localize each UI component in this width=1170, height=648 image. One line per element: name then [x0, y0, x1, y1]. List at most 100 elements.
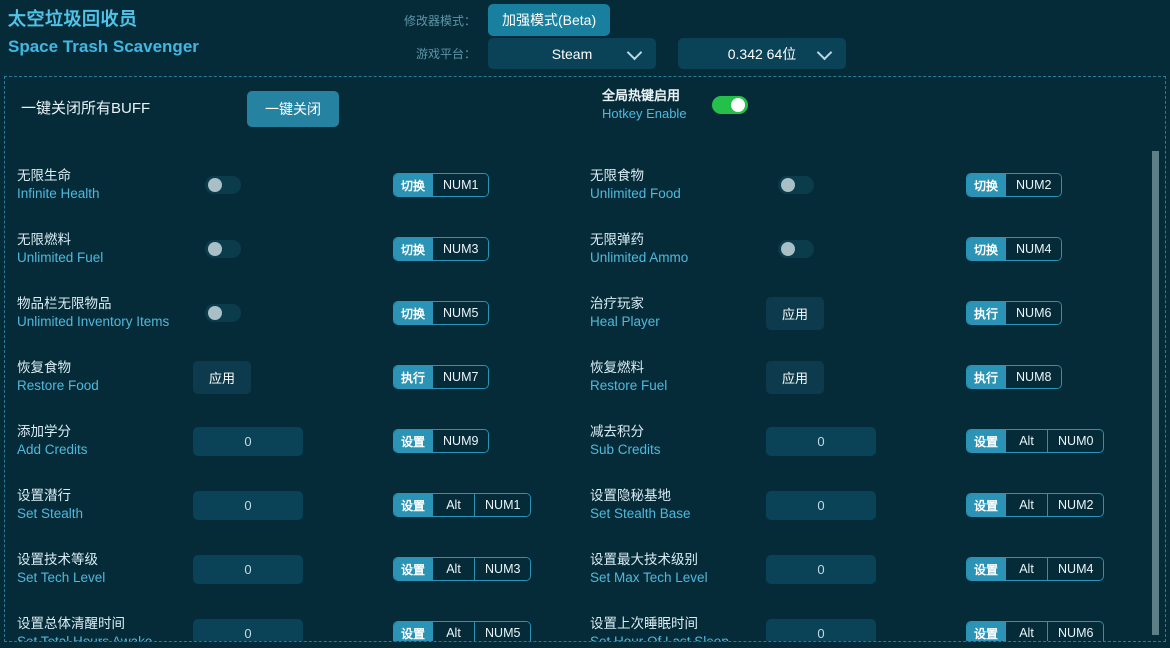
- hotkey-key: NUM8: [1005, 366, 1061, 388]
- cheat-toggle[interactable]: [778, 176, 814, 194]
- value-input[interactable]: [766, 491, 876, 520]
- hotkey-key: NUM6: [1005, 302, 1061, 324]
- hotkey-slot: 设置AltNUM6: [966, 621, 1163, 642]
- hotkey-slot: 切换NUM2: [966, 173, 1163, 197]
- cheat-row: 无限生命Infinite Health切换NUM1: [17, 153, 590, 217]
- hotkey-key: NUM4: [1047, 558, 1103, 580]
- title-block: 太空垃圾回收员 Space Trash Scavenger: [8, 4, 199, 60]
- cheat-label-cn: 无限生命: [17, 167, 193, 185]
- cheat-control: [766, 427, 966, 456]
- cheat-toggle[interactable]: [205, 176, 241, 194]
- hotkey-badge[interactable]: 设置AltNUM6: [966, 621, 1104, 642]
- hotkey-key: NUM1: [474, 494, 530, 516]
- hotkey-slot: 设置NUM9: [393, 429, 590, 453]
- hotkey-badge[interactable]: 切换NUM1: [393, 173, 489, 197]
- cheat-label-cn: 无限弹药: [590, 231, 766, 249]
- hotkey-key: NUM9: [432, 430, 488, 452]
- cheat-control: [193, 555, 393, 584]
- value-input[interactable]: [193, 555, 303, 584]
- cheat-toggle[interactable]: [778, 240, 814, 258]
- cheat-label-cn: 恢复燃料: [590, 359, 766, 377]
- hotkey-badge[interactable]: 切换NUM4: [966, 237, 1062, 261]
- cheat-toggle[interactable]: [205, 304, 241, 322]
- cheat-label-en: Unlimited Food: [590, 185, 766, 203]
- hotkey-action-label: 切换: [394, 302, 432, 324]
- cheat-control: [193, 304, 393, 322]
- hotkey-badge[interactable]: 设置AltNUM1: [393, 493, 531, 517]
- hotkey-badge[interactable]: 执行NUM6: [966, 301, 1062, 325]
- value-input[interactable]: [193, 491, 303, 520]
- cheat-label: 无限燃料Unlimited Fuel: [17, 231, 193, 267]
- all-buff-label: 一键关闭所有BUFF: [21, 97, 150, 118]
- mode-row: 修改器模式： 加强模式(Beta): [402, 4, 610, 36]
- cheat-row: 设置总体清醒时间Set Total Hours Awake设置AltNUM5: [17, 601, 590, 642]
- hotkey-badge[interactable]: 设置AltNUM4: [966, 557, 1104, 581]
- cheat-label-en: Restore Food: [17, 377, 193, 395]
- cheat-toggle[interactable]: [205, 240, 241, 258]
- cheat-control: [193, 176, 393, 194]
- hotkey-action-label: 设置: [394, 430, 432, 452]
- hotkey-key: NUM1: [432, 174, 488, 196]
- hotkey-key: Alt: [1005, 494, 1047, 516]
- hotkey-slot: 执行NUM7: [393, 365, 590, 389]
- hotkey-slot: 切换NUM5: [393, 301, 590, 325]
- hotkey-action-label: 设置: [967, 494, 1005, 516]
- cheat-row: 无限燃料Unlimited Fuel 切换NUM3: [17, 217, 590, 281]
- hotkey-key: NUM2: [1005, 174, 1061, 196]
- hotkey-badge[interactable]: 设置AltNUM3: [393, 557, 531, 581]
- value-input[interactable]: [766, 427, 876, 456]
- hotkey-action-label: 设置: [967, 430, 1005, 452]
- hotkey-badge[interactable]: 切换NUM2: [966, 173, 1062, 197]
- hotkey-badge[interactable]: 切换NUM5: [393, 301, 489, 325]
- cheat-label-cn: 设置最大技术级别: [590, 551, 766, 569]
- hotkey-badge[interactable]: 设置NUM9: [393, 429, 489, 453]
- hotkey-badge[interactable]: 设置AltNUM0: [966, 429, 1104, 453]
- hotkey-badge[interactable]: 执行NUM7: [393, 365, 489, 389]
- hotkey-badge[interactable]: 切换NUM3: [393, 237, 489, 261]
- value-input[interactable]: [766, 619, 876, 643]
- apply-button[interactable]: 应用: [766, 297, 824, 330]
- toggle-knob: [781, 178, 795, 192]
- cheat-row: 设置隐秘基地Set Stealth Base设置AltNUM2: [590, 473, 1163, 537]
- cheat-label-cn: 无限食物: [590, 167, 766, 185]
- cheat-label-cn: 设置隐秘基地: [590, 487, 766, 505]
- hotkey-action-label: 设置: [967, 558, 1005, 580]
- hotkey-key: Alt: [1005, 430, 1047, 452]
- disable-all-buffs-button[interactable]: 一键关闭: [247, 91, 339, 127]
- hotkey-slot: 切换NUM4: [966, 237, 1163, 261]
- version-dropdown[interactable]: 0.342 64位: [678, 38, 846, 69]
- mode-label: 修改器模式：: [402, 12, 476, 29]
- hotkey-badge[interactable]: 设置AltNUM2: [966, 493, 1104, 517]
- cheat-label-en: Set Tech Level: [17, 569, 193, 587]
- hotkey-key: Alt: [432, 558, 474, 580]
- hotkey-action-label: 设置: [394, 622, 432, 642]
- value-input[interactable]: [766, 555, 876, 584]
- hotkey-key: Alt: [1005, 622, 1047, 642]
- hotkey-badge[interactable]: 设置AltNUM5: [393, 621, 531, 642]
- hotkey-enable-toggle[interactable]: [712, 96, 748, 114]
- cheat-label-en: Set Hour Of Last Sleep: [590, 633, 766, 642]
- hotkey-action-label: 设置: [394, 494, 432, 516]
- hotkey-key: NUM5: [474, 622, 530, 642]
- hotkey-slot: 切换NUM3: [393, 237, 590, 261]
- hotkey-action-label: 切换: [394, 174, 432, 196]
- cheat-label: 治疗玩家Heal Player: [590, 295, 766, 331]
- modifier-mode-button[interactable]: 加强模式(Beta): [488, 4, 610, 36]
- hotkey-key: Alt: [432, 622, 474, 642]
- apply-button[interactable]: 应用: [766, 361, 824, 394]
- hotkey-slot: 设置AltNUM2: [966, 493, 1163, 517]
- chevron-down-icon: [817, 44, 833, 60]
- cheat-label-en: Set Total Hours Awake: [17, 633, 193, 642]
- toggle-knob: [208, 178, 222, 192]
- value-input[interactable]: [193, 427, 303, 456]
- cheat-row: 物品栏无限物品Unlimited Inventory Items切换NUM5: [17, 281, 590, 345]
- cheat-label-en: Unlimited Inventory Items: [17, 313, 193, 331]
- platform-dropdown[interactable]: Steam: [488, 38, 656, 69]
- cheat-label-en: Restore Fuel: [590, 377, 766, 395]
- hotkey-badge[interactable]: 执行NUM8: [966, 365, 1062, 389]
- value-input[interactable]: [193, 619, 303, 643]
- apply-button[interactable]: 应用: [193, 361, 251, 394]
- vertical-scrollbar[interactable]: [1152, 151, 1159, 635]
- cheat-row: 设置最大技术级别Set Max Tech Level设置AltNUM4: [590, 537, 1163, 601]
- hotkey-key: NUM3: [474, 558, 530, 580]
